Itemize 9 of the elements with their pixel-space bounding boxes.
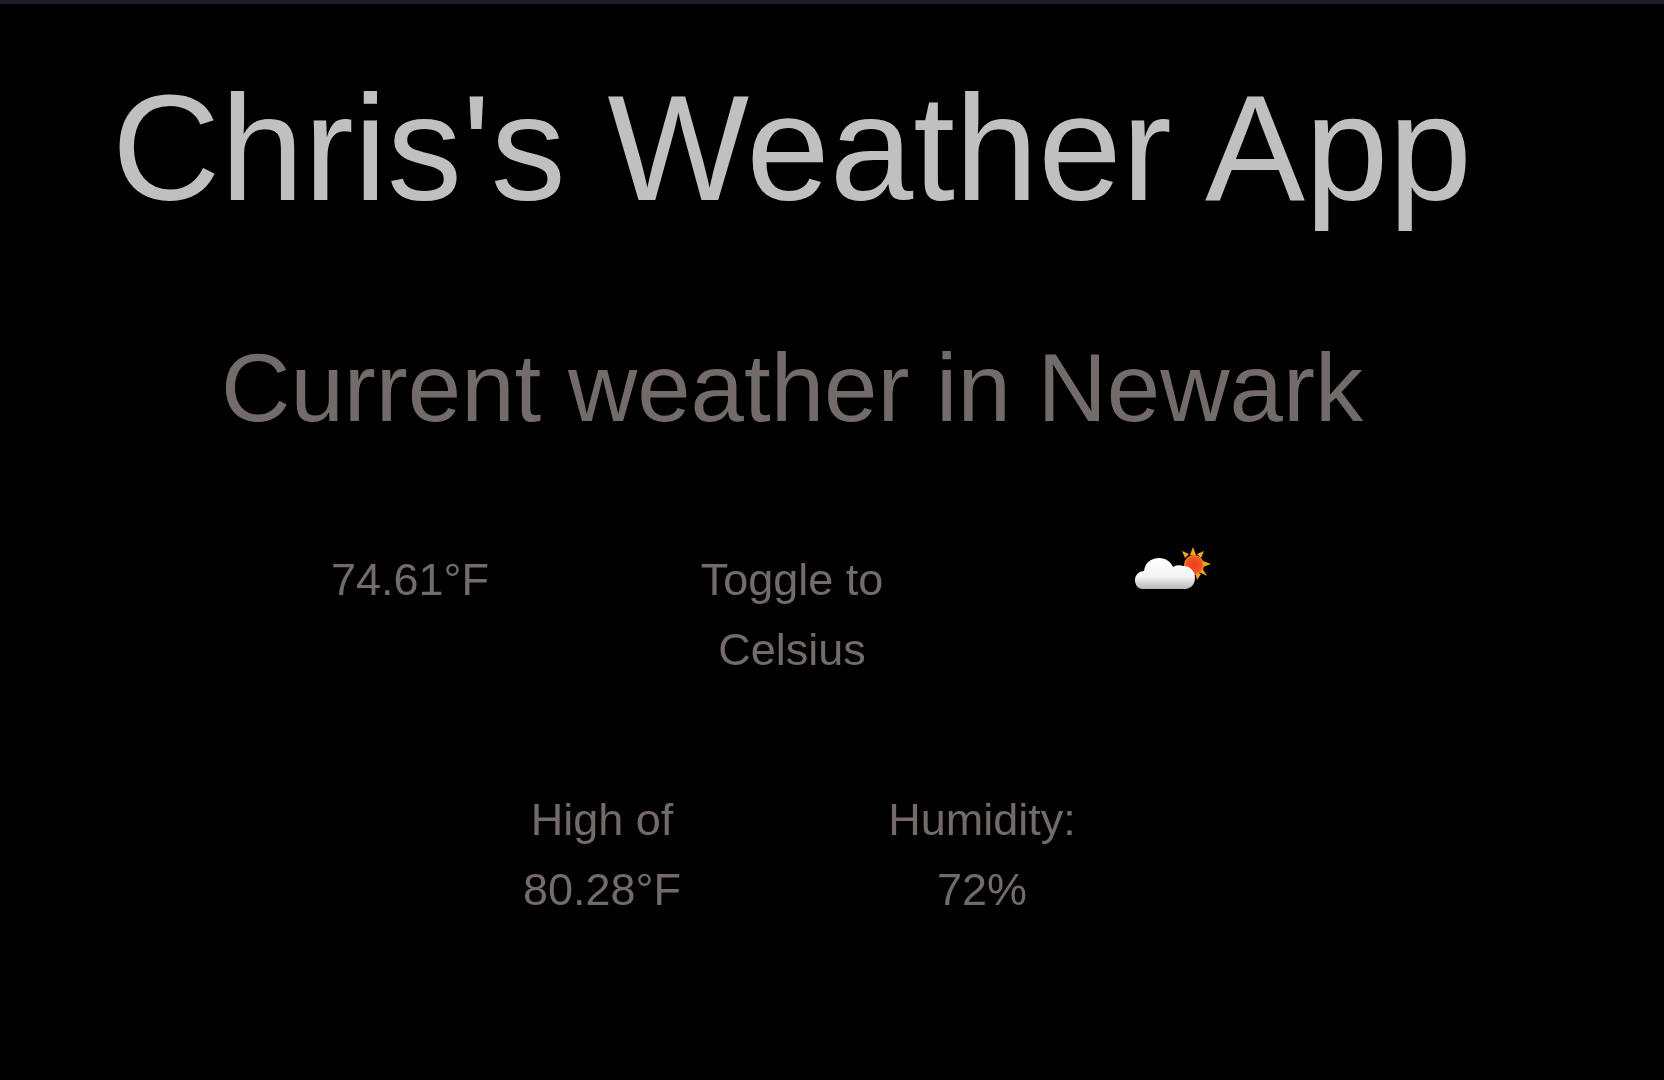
app-title: Chris's Weather App [112,63,1472,234]
toggle-button[interactable]: Toggle to Celsius [692,544,892,685]
cloud-sun-icon [1135,546,1213,590]
weather-heading: Current weather in Newark [221,332,1363,443]
stat-label: Humidity: [888,792,1076,847]
temperature-reading: 74.61°F [330,552,490,607]
stat-value: 80.28°F [522,862,682,917]
stat-value: 72% [936,862,1028,917]
stat-label: High of [530,792,674,847]
